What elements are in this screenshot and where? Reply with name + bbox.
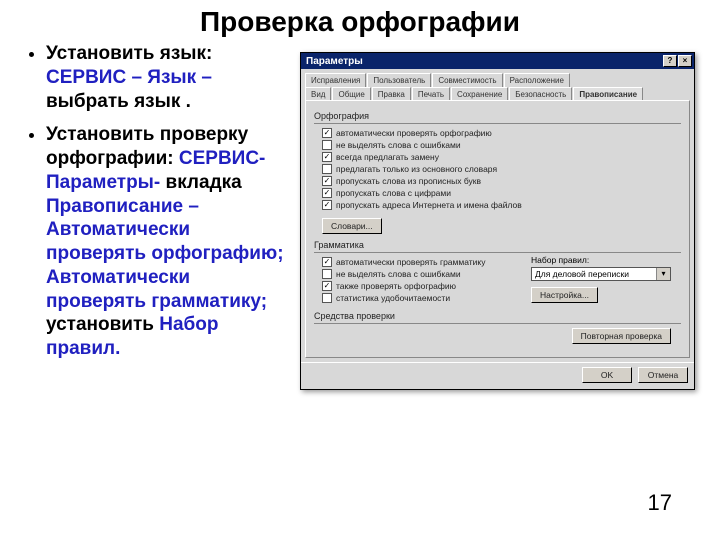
tab-pravka[interactable]: Правка xyxy=(372,87,411,101)
chk-skip-uppercase[interactable]: пропускать слова из прописных букв xyxy=(314,176,681,188)
chk-label: пропускать слова из прописных букв xyxy=(336,176,481,186)
chk-label: всегда предлагать замену xyxy=(336,152,439,162)
checkbox-icon xyxy=(322,293,332,303)
tab-polzovatel[interactable]: Пользователь xyxy=(367,73,431,87)
tab-vid[interactable]: Вид xyxy=(305,87,331,101)
chk-skip-with-numbers[interactable]: пропускать слова с цифрами xyxy=(314,188,681,200)
tab-pechat[interactable]: Печать xyxy=(412,87,450,101)
bullet-2-black2: установить xyxy=(46,314,159,335)
dialog-caption: Параметры xyxy=(303,56,663,67)
checkbox-icon xyxy=(322,257,332,267)
bullet-1-blue: СЕРВИС – Язык – xyxy=(46,67,212,88)
chk-hide-spell-errors[interactable]: не выделять слова с ошибками xyxy=(314,140,681,152)
bullet-2-black1: вкладка xyxy=(166,172,242,193)
tab-sokhranenie[interactable]: Сохранение xyxy=(451,87,508,101)
chk-label: статистика удобочитаемости xyxy=(336,293,450,303)
ok-button[interactable]: OK xyxy=(582,367,632,383)
help-icon[interactable]: ? xyxy=(663,55,677,67)
tab-bezopasnost[interactable]: Безопасность xyxy=(509,87,572,101)
close-icon[interactable]: × xyxy=(678,55,692,67)
ruleset-combo[interactable]: Для деловой переписки ▾ xyxy=(531,267,671,281)
slide-title: Проверка орфографии xyxy=(0,6,720,38)
tab-strip: Исправления Пользователь Совместимость Р… xyxy=(301,69,694,100)
bullet-list: Установить язык: СЕРВИС – Язык – выбрать … xyxy=(0,42,300,371)
chk-skip-urls[interactable]: пропускать адреса Интернета и имена файл… xyxy=(314,200,681,212)
settings-button[interactable]: Настройка... xyxy=(531,287,598,303)
chk-label: также проверять орфографию xyxy=(336,281,456,291)
tab-sovmestimost[interactable]: Совместимость xyxy=(432,73,502,87)
chk-label: предлагать только из основного словаря xyxy=(336,164,497,174)
chevron-down-icon[interactable]: ▾ xyxy=(656,268,670,280)
tools-group-label: Средства проверки xyxy=(314,311,681,321)
options-dialog: Параметры ? × Исправления Пользователь С… xyxy=(300,52,695,390)
tab-obshie[interactable]: Общие xyxy=(332,87,370,101)
checkbox-icon xyxy=(322,140,332,150)
checkbox-icon xyxy=(322,188,332,198)
checkbox-icon xyxy=(322,128,332,138)
dictionaries-button[interactable]: Словари... xyxy=(322,218,382,234)
orthography-group: автоматически проверять орфографию не вы… xyxy=(314,123,681,234)
tools-group: Повторная проверка xyxy=(314,323,681,343)
checkbox-icon xyxy=(322,164,332,174)
bullet-1-lead: Установить язык: xyxy=(46,43,212,64)
ruleset-value: Для деловой переписки xyxy=(532,268,656,280)
tab-pravopisanie[interactable]: Правописание xyxy=(573,87,643,101)
page-number: 17 xyxy=(648,490,672,516)
chk-auto-spell[interactable]: автоматически проверять орфографию xyxy=(314,128,681,140)
chk-label: автоматически проверять грамматику xyxy=(336,257,485,267)
bullet-1: Установить язык: СЕРВИС – Язык – выбрать … xyxy=(46,42,294,113)
tab-ispravleniya[interactable]: Исправления xyxy=(305,73,366,87)
checkbox-icon xyxy=(322,269,332,279)
bullet-2: Установить проверку орфографии: СЕРВИС-П… xyxy=(46,123,294,361)
bullet-1-tail: выбрать язык . xyxy=(46,91,191,112)
checkbox-icon xyxy=(322,200,332,210)
recheck-button[interactable]: Повторная проверка xyxy=(572,328,671,344)
chk-label: пропускать адреса Интернета и имена файл… xyxy=(336,200,522,210)
bullet-2-blue2: Правописание – Автоматически проверять о… xyxy=(46,196,284,312)
chk-main-dict-only[interactable]: предлагать только из основного словаря xyxy=(314,164,681,176)
checkbox-icon xyxy=(322,281,332,291)
chk-label: пропускать слова с цифрами xyxy=(336,188,451,198)
grammar-group: автоматически проверять грамматику не вы… xyxy=(314,252,681,305)
chk-label: не выделять слова с ошибками xyxy=(336,140,461,150)
grammar-group-label: Грамматика xyxy=(314,240,681,250)
chk-label: автоматически проверять орфографию xyxy=(336,128,492,138)
tab-raspolozhenie[interactable]: Расположение xyxy=(504,73,570,87)
dialog-buttons: OK Отмена xyxy=(301,362,694,389)
titlebar: Параметры ? × xyxy=(301,53,694,69)
chk-label: не выделять слова с ошибками xyxy=(336,269,461,279)
cancel-button[interactable]: Отмена xyxy=(638,367,688,383)
tab-panel: Орфография автоматически проверять орфог… xyxy=(305,100,690,358)
checkbox-icon xyxy=(322,176,332,186)
chk-always-suggest[interactable]: всегда предлагать замену xyxy=(314,152,681,164)
orthography-group-label: Орфография xyxy=(314,111,681,121)
ruleset-label: Набор правил: xyxy=(531,255,671,265)
checkbox-icon xyxy=(322,152,332,162)
